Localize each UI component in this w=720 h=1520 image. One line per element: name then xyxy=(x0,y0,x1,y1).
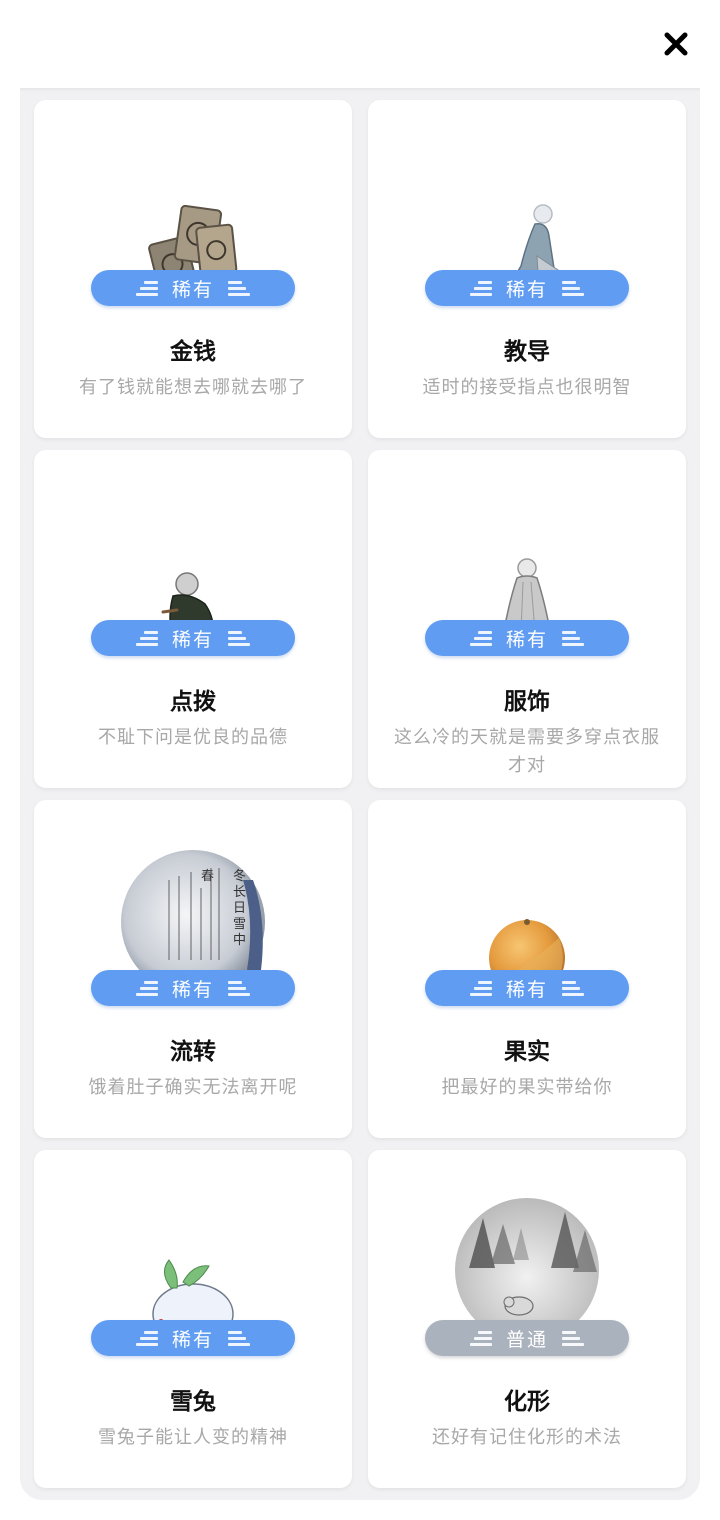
badge-decoration-left xyxy=(469,980,492,996)
item-description: 还好有记住化形的术法 xyxy=(432,1427,622,1448)
rarity-badge: 普通 xyxy=(425,1320,629,1356)
poem-char: 中 xyxy=(233,933,246,948)
poem-char: 冬 xyxy=(233,868,246,884)
rarity-label: 稀有 xyxy=(171,1328,214,1351)
rarity-label: 普通 xyxy=(505,1328,548,1351)
badge-decoration-left xyxy=(469,280,492,296)
item-card-fruit[interactable]: 稀有 果实 把最好的果实带给你 xyxy=(368,800,686,1138)
item-card-clothing[interactable]: 稀有 服饰 这么冷的天就是需要多穿点衣服才对 xyxy=(368,450,686,788)
rarity-badge: 稀有 xyxy=(425,620,629,656)
item-description: 不耻下问是优良的品德 xyxy=(98,727,288,748)
badge-decoration-right xyxy=(228,280,250,296)
rarity-label: 稀有 xyxy=(505,278,548,301)
rarity-label: 稀有 xyxy=(171,628,214,651)
item-name: 流转 xyxy=(170,1038,216,1065)
item-card-flow[interactable]: 冬 长 日 雪 中 春 稀有 流转 饿着肚子确实无法离开呢 xyxy=(34,800,352,1138)
item-description: 把最好的果实带给你 xyxy=(441,1077,613,1098)
rarity-label: 稀有 xyxy=(171,978,214,1001)
item-name: 果实 xyxy=(504,1038,550,1065)
rarity-label: 稀有 xyxy=(505,628,548,651)
item-card-transform[interactable]: 普通 化形 还好有记住化形的术法 xyxy=(368,1150,686,1488)
item-name: 教导 xyxy=(504,338,550,365)
item-card-guidance[interactable]: 稀有 点拨 不耻下问是优良的品德 xyxy=(34,450,352,788)
panel-top-edge xyxy=(20,88,700,92)
rarity-label: 稀有 xyxy=(171,278,214,301)
rarity-badge: 稀有 xyxy=(91,620,295,656)
rarity-badge: 稀有 xyxy=(425,970,629,1006)
item-description: 有了钱就能想去哪就去哪了 xyxy=(79,377,307,398)
top-bar xyxy=(0,0,720,88)
item-card-teaching[interactable]: 稀有 教导 适时的接受指点也很明智 xyxy=(368,100,686,438)
items-panel: 稀有 金钱 有了钱就能想去哪就去哪了 稀有 教导 适时的接受指点也很明智 稀有 … xyxy=(20,88,700,1500)
close-button[interactable] xyxy=(658,26,694,62)
item-description: 适时的接受指点也很明智 xyxy=(422,377,632,398)
item-name: 金钱 xyxy=(170,338,216,365)
item-card-snow-rabbit[interactable]: 稀有 雪兔 雪兔子能让人变的精神 xyxy=(34,1150,352,1488)
rarity-badge: 稀有 xyxy=(91,270,295,306)
poem-char: 雪 xyxy=(233,917,246,932)
badge-decoration-right xyxy=(562,280,584,296)
poem-scroll-illustration: 冬 长 日 雪 中 春 xyxy=(34,850,352,970)
badge-decoration-left xyxy=(135,630,158,646)
item-name: 雪兔 xyxy=(170,1388,216,1415)
badge-decoration-right xyxy=(562,630,584,646)
badge-decoration-right xyxy=(562,980,584,996)
badge-decoration-right xyxy=(228,630,250,646)
item-card-money[interactable]: 稀有 金钱 有了钱就能想去哪就去哪了 xyxy=(34,100,352,438)
rarity-badge: 稀有 xyxy=(425,270,629,306)
poem-char: 长 xyxy=(233,885,246,900)
badge-decoration-left xyxy=(135,280,158,296)
item-description: 这么冷的天就是需要多穿点衣服才对 xyxy=(394,727,660,776)
item-name: 点拨 xyxy=(170,688,216,715)
close-icon xyxy=(664,32,688,56)
rarity-badge: 稀有 xyxy=(91,970,295,1006)
poem-char: 春 xyxy=(201,869,214,884)
item-description: 饿着肚子确实无法离开呢 xyxy=(88,1077,298,1098)
badge-decoration-left xyxy=(469,1330,492,1346)
rarity-badge: 稀有 xyxy=(91,1320,295,1356)
badge-decoration-right xyxy=(562,1330,584,1346)
badge-decoration-left xyxy=(135,980,158,996)
rarity-label: 稀有 xyxy=(505,978,548,1001)
snowy-forest-fox-illustration xyxy=(368,1198,686,1320)
poem-char: 日 xyxy=(233,901,246,916)
badge-decoration-right xyxy=(228,1330,250,1346)
item-name: 服饰 xyxy=(504,688,550,715)
badge-decoration-left xyxy=(135,1330,158,1346)
item-name: 化形 xyxy=(504,1388,550,1415)
item-description: 雪兔子能让人变的精神 xyxy=(98,1427,288,1448)
badge-decoration-right xyxy=(228,980,250,996)
badge-decoration-left xyxy=(469,630,492,646)
